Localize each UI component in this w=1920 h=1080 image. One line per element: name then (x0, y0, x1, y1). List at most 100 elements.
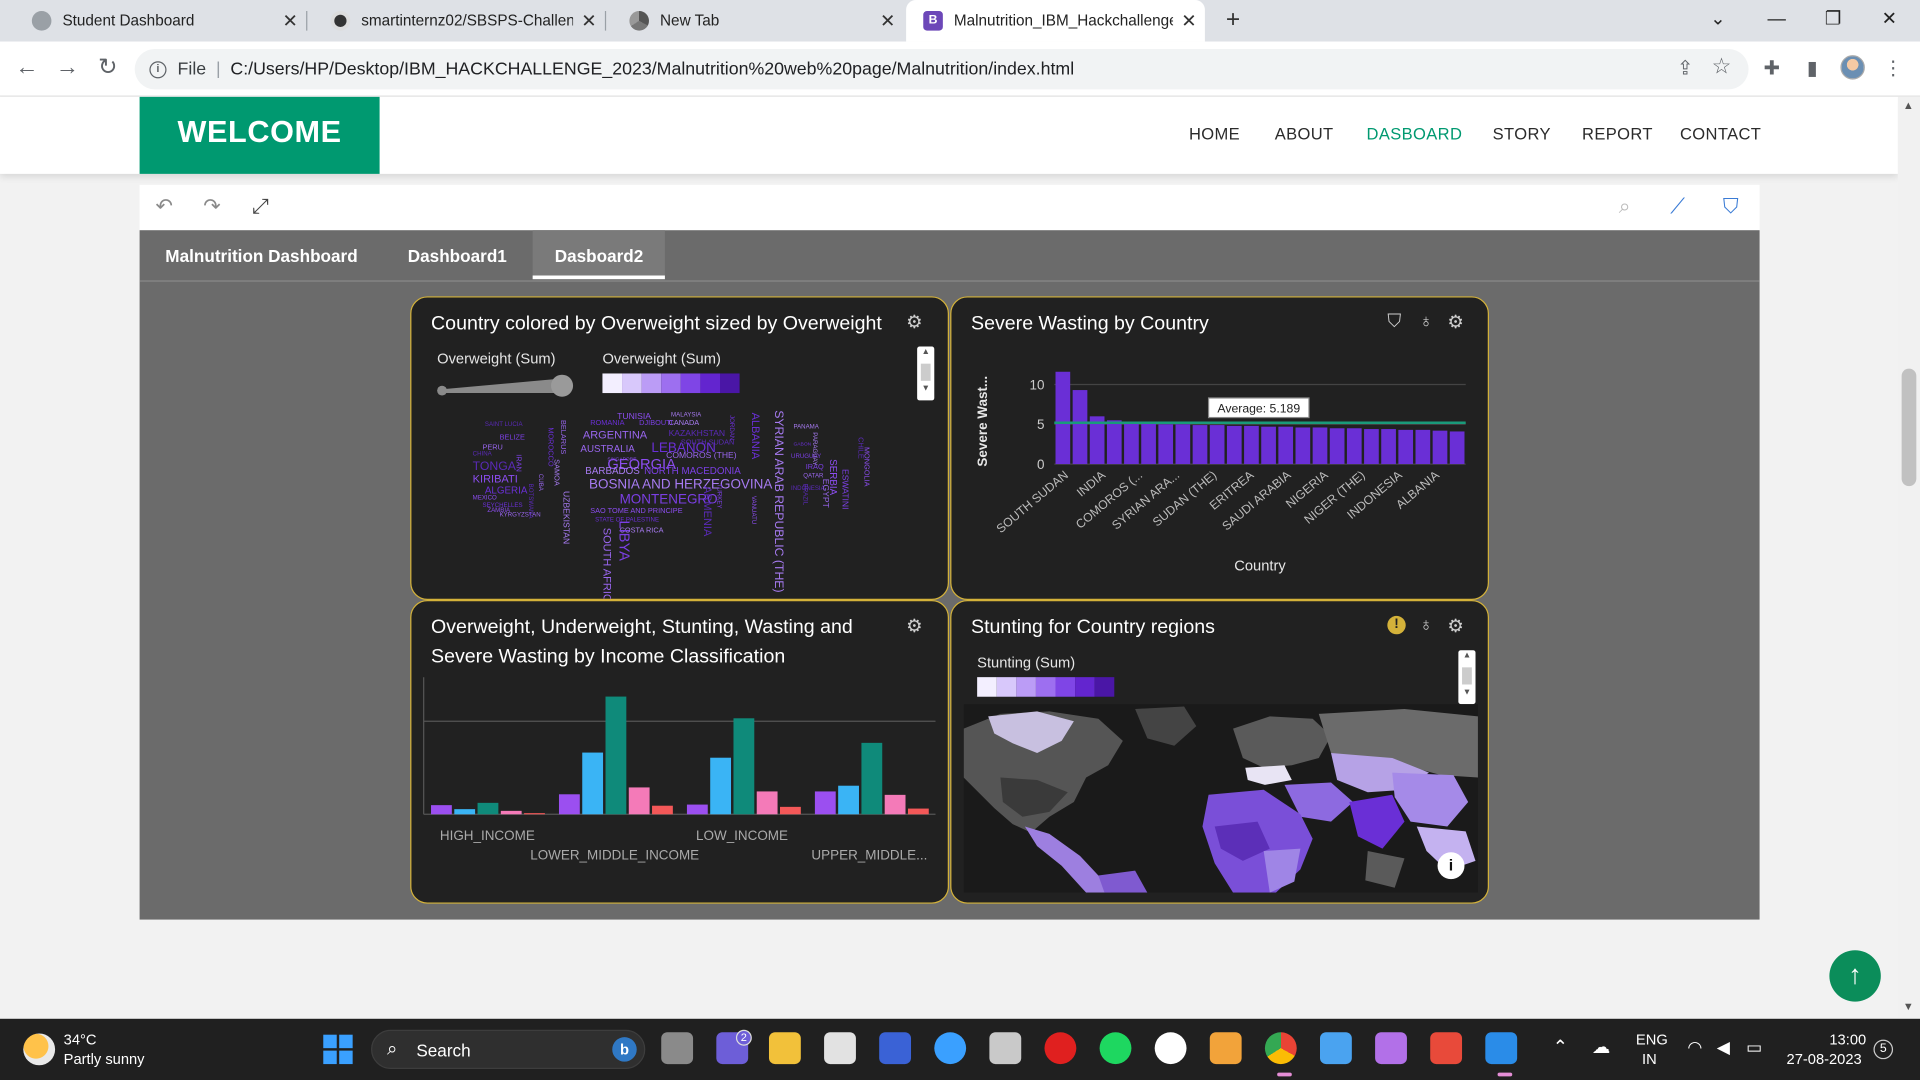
wordcloud-word[interactable]: ESWATINI (840, 469, 849, 509)
wordcloud-word[interactable]: CUBA (536, 474, 543, 491)
word-cloud[interactable]: GEORGIA LEBANON BOSNIA AND HERZEGOVINA MONT… (473, 410, 889, 599)
wordcloud-word[interactable]: BELARUS (558, 420, 565, 454)
taskbar-search[interactable]: ⌕ Search b (371, 1029, 646, 1069)
camera-icon[interactable] (1430, 1032, 1463, 1065)
income-classification-chart[interactable]: HIGH_INCOME LOWER_MIDDLE_INCOME LOW_INCOME… (411, 677, 949, 902)
wordcloud-word[interactable]: SYRIAN ARAB REPUBLIC (THE) (771, 410, 784, 592)
severe-wasting-card[interactable]: Severe Wasting by Country ⛉ ♁ ⚙ 0 5 10 Seve… (950, 296, 1489, 601)
site-logo[interactable]: WELCOME (139, 96, 380, 174)
wordcloud-word[interactable]: CANADA (669, 420, 700, 427)
wordcloud-word[interactable]: COMOROS (THE) (666, 452, 736, 461)
extensions-puzzle-icon[interactable]: ✚ (1760, 58, 1784, 82)
weather-icon[interactable] (23, 1033, 56, 1066)
nav-dashboard[interactable]: DASBOARD (1367, 125, 1463, 143)
help-icon[interactable] (934, 1032, 967, 1065)
reload-button[interactable]: ↻ (93, 54, 122, 83)
scrollbar-thumb[interactable] (1901, 368, 1917, 487)
wordcloud-word[interactable]: LIBYA (616, 520, 633, 561)
forward-button[interactable]: → (53, 54, 82, 83)
wifi-icon[interactable]: ◠ (1687, 1037, 1702, 1058)
wordcloud-word[interactable]: SERBIA (828, 459, 839, 495)
tab-dashboard1[interactable]: Dashboard1 (408, 246, 507, 266)
wordcloud-word[interactable]: MONGOLIA (862, 447, 869, 487)
tab-search-chevron-icon[interactable]: ⌄ (1690, 0, 1746, 42)
restore-button[interactable]: ❐ (1805, 0, 1861, 42)
nav-about[interactable]: ABOUT (1275, 125, 1334, 143)
wordcloud-word[interactable]: MALAYSIA (671, 412, 701, 419)
wordcloud-word[interactable]: VANUATU (749, 496, 756, 524)
wordcloud-word[interactable]: EGYPT (820, 479, 829, 508)
wordcloud-word[interactable]: NORTH MACEDONIA (644, 466, 741, 477)
wordcloud-word[interactable]: BELIZE (500, 435, 525, 442)
filter-icon[interactable]: ⛉ (1387, 311, 1401, 332)
settings-gear-icon[interactable]: ⚙ (1447, 311, 1463, 333)
chrome-icon[interactable] (1264, 1032, 1297, 1065)
clipchamp-icon[interactable] (1375, 1032, 1407, 1065)
new-tab-button[interactable]: + (1217, 6, 1249, 35)
browser-tab-student-dashboard[interactable]: Student Dashboard ✕ (7, 0, 306, 42)
edge-copilot-icon[interactable] (879, 1032, 912, 1065)
share-icon[interactable]: ⇪ (1677, 56, 1693, 80)
nav-home[interactable]: HOME (1189, 125, 1240, 143)
tray-chevron-icon[interactable]: ⌃ (1553, 1036, 1568, 1058)
minimize-button[interactable]: — (1749, 0, 1805, 42)
info-icon[interactable]: i (1437, 852, 1465, 880)
wordcloud-word[interactable]: BRAZIL (801, 484, 808, 505)
wordcloud-card[interactable]: Country colored by Overweight sized by O… (410, 296, 949, 601)
wordcloud-word[interactable]: AUSTRALIA (580, 444, 634, 454)
nav-story[interactable]: STORY (1493, 125, 1551, 143)
wordcloud-word[interactable]: DJIBOUTI (639, 420, 672, 427)
income-classification-card[interactable]: Overweight, Underweight, Stunting, Wasti… (410, 600, 949, 904)
wordcloud-word[interactable]: SOUTH SUDAN (681, 440, 734, 447)
settings-gear-icon[interactable]: ⚙ (906, 311, 922, 333)
severe-wasting-chart[interactable]: 0 5 10 Severe Wast... Average: 5.189 SOUTH SU… (951, 347, 1489, 599)
photos-icon[interactable] (1320, 1032, 1352, 1065)
vscode-icon[interactable] (1485, 1032, 1518, 1065)
whatsapp-icon[interactable] (1154, 1032, 1187, 1065)
wordcloud-word[interactable]: PARAGUAY (811, 432, 818, 465)
nav-contact[interactable]: CONTACT (1680, 125, 1761, 143)
redo-icon[interactable]: ↷ (203, 195, 220, 219)
game-app-icon[interactable] (989, 1032, 1022, 1065)
bookmark-star-icon[interactable]: ☆ (1712, 54, 1732, 80)
wordcloud-word[interactable]: SOUTH AFRICA (601, 528, 613, 599)
undo-icon[interactable]: ↶ (156, 195, 173, 219)
page-scrollbar[interactable]: ▲ ▼ (1897, 96, 1920, 1019)
info-icon[interactable]: i (149, 60, 167, 78)
insights-chart-icon[interactable]: ⟋ (1670, 195, 1685, 219)
close-icon[interactable]: ✕ (274, 10, 306, 32)
tab-malnutrition-dashboard[interactable]: Malnutrition Dashboard (165, 246, 357, 266)
tab-dasboard2[interactable]: Dasboard2 (555, 246, 644, 266)
close-window-button[interactable]: ✕ (1861, 0, 1917, 42)
wordcloud-word[interactable]: ARGENTINA (583, 429, 647, 441)
wordcloud-word[interactable]: TURKEY (715, 484, 722, 509)
browser-tab-github[interactable]: smartinternz02/SBSPS-Challenge ✕ (306, 0, 605, 42)
wordcloud-word[interactable]: SINGAPORE (607, 456, 636, 462)
opera-icon[interactable] (1044, 1032, 1077, 1065)
file-explorer-icon[interactable] (768, 1032, 801, 1065)
battery-icon[interactable]: ▭ (1746, 1037, 1762, 1058)
filter-icon[interactable]: ⛉ (1723, 195, 1739, 219)
wordcloud-word[interactable]: ALBANIA (749, 413, 761, 460)
wordcloud-word[interactable]: ARMENIA (702, 486, 714, 536)
back-button[interactable]: ← (12, 54, 41, 83)
spotify-icon[interactable] (1099, 1032, 1132, 1065)
side-panel-icon[interactable]: ▮ (1800, 58, 1824, 82)
lightbulb-icon[interactable]: ♁ (1419, 615, 1433, 636)
task-view-icon[interactable] (661, 1032, 694, 1065)
warning-icon[interactable]: ! (1387, 615, 1406, 635)
world-map[interactable] (963, 704, 1478, 893)
legend-scrollbar[interactable]: ▲ ▼ (917, 346, 935, 401)
volume-icon[interactable]: ◀ (1717, 1037, 1730, 1058)
wordcloud-word[interactable]: BOSNIA AND HERZEGOVINA (589, 478, 772, 492)
microsoft-store-icon[interactable] (824, 1032, 856, 1065)
wordcloud-word[interactable]: UZBEKISTAN (561, 491, 570, 544)
wordcloud-word[interactable]: GABON (793, 441, 811, 447)
wordcloud-word[interactable]: SAINT LUCIA (485, 422, 523, 428)
settings-gear-icon[interactable]: ⚙ (906, 615, 922, 637)
wordcloud-word[interactable]: BOTSWANA (527, 484, 534, 519)
wordcloud-word[interactable]: KIRIBATI (473, 473, 518, 485)
scroll-to-top-button[interactable]: ↑ (1829, 950, 1881, 1002)
settings-gear-icon[interactable]: ⚙ (1447, 615, 1463, 637)
wordcloud-word[interactable]: PANAMA (793, 424, 818, 431)
